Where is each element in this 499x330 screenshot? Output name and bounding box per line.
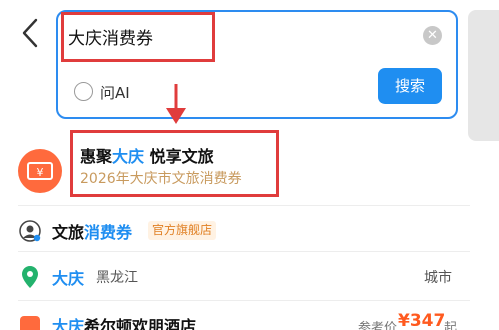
avatar-icon xyxy=(19,220,41,242)
svg-text:¥: ¥ xyxy=(37,166,44,179)
result-title-pre: 惠聚 xyxy=(80,147,113,166)
result-subtitle: 2026年大庆市文旅消费券 xyxy=(80,171,242,187)
price-label: 参考价 xyxy=(358,321,398,330)
location-pin-icon xyxy=(22,266,38,288)
result-title-highlight: 大庆 xyxy=(52,317,85,330)
result-title[interactable]: 大庆希尔顿欢朋酒店 xyxy=(52,313,196,330)
result-title[interactable]: 惠聚大庆 悦享文旅 xyxy=(80,143,214,167)
search-button[interactable]: 搜索 xyxy=(378,68,442,104)
back-chevron-icon[interactable] xyxy=(16,14,46,52)
side-panel-edge xyxy=(468,10,499,141)
result-title[interactable]: 文旅消费券 xyxy=(52,219,132,243)
divider xyxy=(18,251,470,252)
result-type: 城市 xyxy=(424,270,452,286)
clear-icon[interactable]: ✕ xyxy=(423,26,442,45)
result-title-post: 希尔顿欢朋酒店 xyxy=(84,317,197,330)
ask-ai-radio[interactable] xyxy=(74,82,93,101)
divider xyxy=(18,300,470,301)
result-title-post: 悦享文旅 xyxy=(144,147,214,166)
divider xyxy=(18,205,470,206)
price-value: ¥347 xyxy=(398,311,446,330)
hotel-icon xyxy=(20,316,40,330)
ask-ai-label[interactable]: 问AI xyxy=(100,82,130,103)
result-region: 黑龙江 xyxy=(96,270,138,286)
annotation-box-query xyxy=(61,12,215,62)
result-title[interactable]: 大庆 xyxy=(52,265,84,289)
annotation-arrow-icon xyxy=(166,84,186,124)
result-title-highlight: 消费券 xyxy=(84,223,133,242)
coupon-icon: ¥ xyxy=(18,149,62,193)
price-suffix: 起 xyxy=(444,321,458,330)
result-title-pre: 文旅 xyxy=(52,223,85,242)
official-store-badge: 官方旗舰店 xyxy=(148,221,217,240)
result-title-highlight: 大庆 xyxy=(112,147,145,166)
